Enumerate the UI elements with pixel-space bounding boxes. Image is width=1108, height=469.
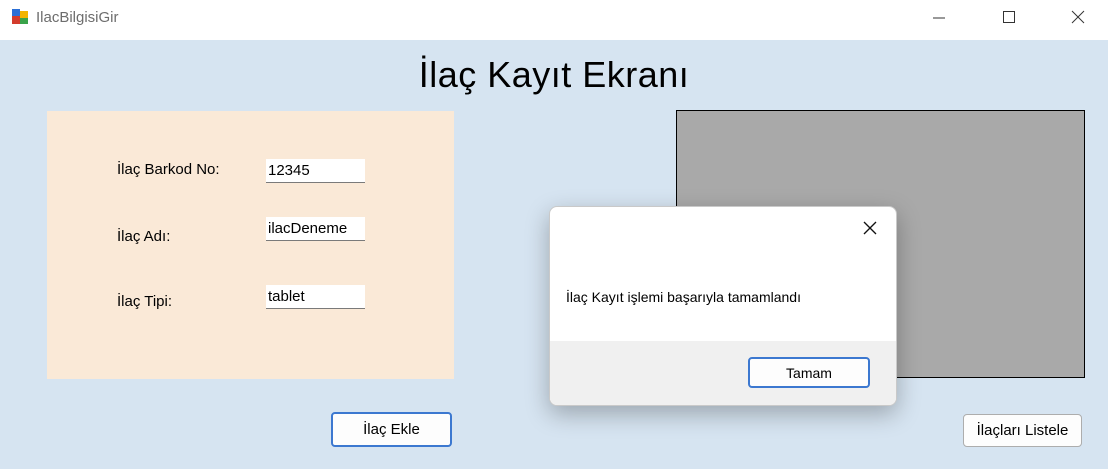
window-title: IlacBilgisiGir [36,9,119,26]
maximize-icon [1002,10,1016,24]
type-input[interactable] [266,285,365,309]
name-input[interactable] [266,217,365,241]
dialog-message: İlaç Kayıt işlemi başarıyla tamamlandı [566,289,801,305]
ok-button[interactable]: Tamam [748,357,870,388]
maximize-button[interactable] [986,0,1032,34]
list-medicines-button[interactable]: İlaçları Listele [963,414,1082,447]
close-icon [1071,10,1085,24]
window-close-button[interactable] [1055,0,1101,34]
add-medicine-button[interactable]: İlaç Ekle [331,412,452,447]
message-dialog: İlaç Kayıt işlemi başarıyla tamamlandı T… [549,206,897,406]
minimize-button[interactable] [916,0,962,34]
close-icon [862,220,878,241]
minimize-icon [932,10,946,24]
page-title: İlaç Kayıt Ekranı [418,54,690,95]
app-icon [11,8,29,26]
title-bar[interactable]: IlacBilgisiGir [0,0,1108,40]
dialog-close-button[interactable] [853,215,887,245]
name-label: İlaç Adı: [117,228,171,245]
app-window: IlacBilgisiGir İlaç Kayıt Ekranı İlaç Ba… [0,0,1108,469]
dialog-footer: Tamam [550,341,896,405]
input-panel: İlaç Barkod No: İlaç Adı: İlaç Tipi: [47,111,454,379]
barcode-input[interactable] [266,159,365,183]
barcode-label: İlaç Barkod No: [117,161,220,178]
type-label: İlaç Tipi: [117,293,173,310]
